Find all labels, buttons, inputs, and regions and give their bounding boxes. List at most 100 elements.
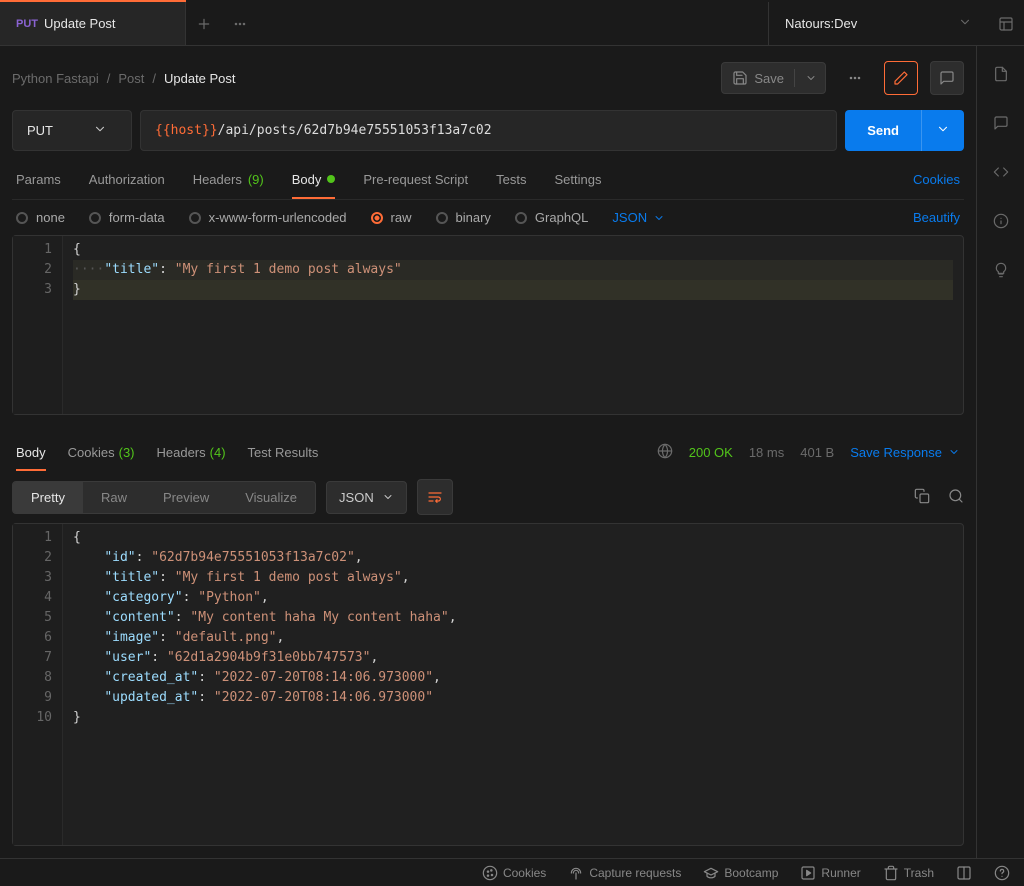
tab-body[interactable]: Body (292, 159, 336, 199)
response-format-selector[interactable]: JSON (326, 481, 407, 514)
url-path: /api/posts/62d7b94e75551053f13a7c02 (218, 123, 492, 138)
status-size: 401 B (800, 445, 834, 460)
beautify-button[interactable]: Beautify (913, 210, 960, 225)
status-time: 18 ms (749, 445, 784, 460)
body-type-row: none form-data x-www-form-urlencoded raw… (12, 199, 964, 235)
method-text: PUT (27, 123, 53, 138)
breadcrumb-collection[interactable]: Python Fastapi (12, 71, 99, 86)
pencil-icon (893, 70, 909, 86)
code-area[interactable]: { "id": "62d7b94e75551053f13a7c02", "tit… (63, 524, 963, 845)
resp-tab-test-results[interactable]: Test Results (248, 433, 319, 471)
environment-name: Natours:Dev (785, 16, 857, 31)
resp-tab-cookies[interactable]: Cookies (3) (68, 433, 135, 471)
right-rail (976, 46, 1024, 858)
body-type-form-data[interactable]: form-data (89, 210, 165, 225)
search-button[interactable] (948, 488, 964, 507)
body-type-none[interactable]: none (16, 210, 65, 225)
plus-icon (196, 16, 212, 32)
save-button[interactable]: Save (721, 62, 826, 94)
tab-settings[interactable]: Settings (554, 159, 601, 199)
globe-icon[interactable] (657, 443, 673, 462)
view-preview[interactable]: Preview (145, 482, 227, 513)
resp-tab-body[interactable]: Body (16, 433, 46, 471)
save-response-button[interactable]: Save Response (850, 445, 960, 460)
send-button[interactable]: Send (845, 110, 964, 151)
tab-method-label: PUT (16, 18, 38, 30)
footer-help[interactable] (994, 865, 1010, 881)
help-icon (994, 865, 1010, 881)
view-visualize[interactable]: Visualize (227, 482, 315, 513)
code-icon[interactable] (993, 164, 1009, 183)
save-icon (732, 70, 748, 86)
chevron-down-icon (653, 212, 665, 224)
url-input[interactable]: {{host}}/api/posts/62d7b94e75551053f13a7… (140, 110, 837, 151)
tab-headers[interactable]: Headers (9) (193, 159, 264, 199)
environment-quicklook-button[interactable] (988, 6, 1024, 42)
play-icon (800, 865, 816, 881)
raw-format-selector[interactable]: JSON (612, 210, 665, 225)
method-selector[interactable]: PUT (12, 110, 132, 151)
footer-bar: Cookies Capture requests Bootcamp Runner… (0, 858, 1024, 886)
send-dropdown[interactable] (921, 110, 964, 151)
tab-tests[interactable]: Tests (496, 159, 526, 199)
environment-selector[interactable]: Natours:Dev (768, 2, 988, 45)
footer-panes[interactable] (956, 865, 972, 881)
response-body-editor[interactable]: 12345678910 { "id": "62d7b94e75551053f13… (12, 523, 964, 846)
status-code: 200 OK (689, 445, 733, 460)
message-icon (939, 70, 955, 86)
url-variable: {{host}} (155, 123, 218, 138)
documentation-icon[interactable] (993, 66, 1009, 85)
wrap-icon (427, 489, 443, 505)
footer-trash[interactable]: Trash (883, 865, 934, 881)
edit-button[interactable] (884, 61, 918, 95)
request-tab[interactable]: PUT Update Post (0, 2, 186, 45)
gutter: 123 (13, 236, 63, 414)
request-more-button[interactable] (838, 61, 872, 95)
body-type-urlencoded[interactable]: x-www-form-urlencoded (189, 210, 347, 225)
copy-icon (914, 488, 930, 504)
chevron-down-icon (948, 446, 960, 458)
response-tabs: Body Cookies (3) Headers (4) Test Result… (12, 433, 964, 471)
tab-bar: PUT Update Post Natours:Dev (0, 2, 1024, 46)
view-raw[interactable]: Raw (83, 482, 145, 513)
new-tab-button[interactable] (186, 6, 222, 42)
breadcrumb: Python Fastapi / Post / Update Post (12, 71, 236, 86)
comment-mode-button[interactable] (930, 61, 964, 95)
chevron-down-icon (805, 72, 817, 84)
antenna-icon (568, 865, 584, 881)
cookies-link[interactable]: Cookies (913, 172, 960, 187)
layout-icon (998, 16, 1014, 32)
chevron-down-icon (93, 122, 107, 139)
code-area[interactable]: { ····"title": "My first 1 demo post alw… (63, 236, 963, 414)
comments-icon[interactable] (993, 115, 1009, 134)
footer-cookies[interactable]: Cookies (482, 865, 546, 881)
wrap-lines-button[interactable] (417, 479, 453, 515)
cookie-icon (482, 865, 498, 881)
tab-more-button[interactable] (222, 6, 258, 42)
copy-button[interactable] (914, 488, 930, 507)
info-icon[interactable] (993, 213, 1009, 232)
footer-capture[interactable]: Capture requests (568, 865, 681, 881)
footer-runner[interactable]: Runner (800, 865, 860, 881)
chevron-down-icon (382, 491, 394, 503)
tab-prerequest[interactable]: Pre-request Script (363, 159, 468, 199)
save-label: Save (754, 71, 784, 86)
request-body-editor[interactable]: 123 { ····"title": "My first 1 demo post… (12, 235, 964, 415)
tab-authorization[interactable]: Authorization (89, 159, 165, 199)
tab-params[interactable]: Params (16, 159, 61, 199)
body-type-raw[interactable]: raw (371, 210, 412, 225)
body-type-binary[interactable]: binary (436, 210, 491, 225)
resp-tab-headers[interactable]: Headers (4) (157, 433, 226, 471)
view-pretty[interactable]: Pretty (13, 482, 83, 513)
gutter: 12345678910 (13, 524, 63, 845)
bulb-icon[interactable] (993, 262, 1009, 281)
body-type-graphql[interactable]: GraphQL (515, 210, 588, 225)
chevron-down-icon (958, 15, 972, 32)
response-toolbar: Pretty Raw Preview Visualize JSON (12, 471, 964, 523)
send-label: Send (845, 111, 921, 150)
more-horizontal-icon (232, 16, 248, 32)
tab-title: Update Post (44, 16, 116, 31)
view-switch: Pretty Raw Preview Visualize (12, 481, 316, 514)
breadcrumb-folder[interactable]: Post (118, 71, 144, 86)
footer-bootcamp[interactable]: Bootcamp (703, 865, 778, 881)
